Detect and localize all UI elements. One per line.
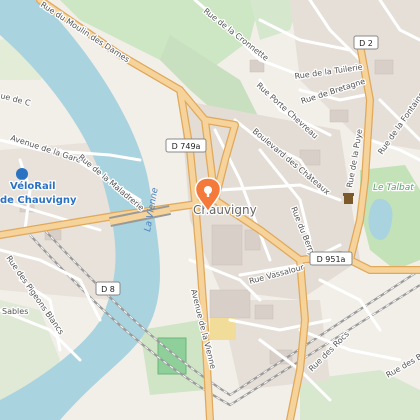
road-shield-d749a: D 749a bbox=[165, 138, 207, 153]
town-label: Chauvigny bbox=[193, 203, 257, 217]
park-label: Le Talbat bbox=[373, 183, 414, 193]
velorail-icon bbox=[16, 168, 28, 180]
velorail-label-line2[interactable]: de Chauvigny bbox=[0, 194, 78, 208]
road-shield-d749a-label: D 749a bbox=[172, 142, 201, 151]
road-shield-d951a-label: D 951a bbox=[317, 255, 346, 264]
map[interactable]: Rue du Moulin des Dames Rue de la Cronne… bbox=[0, 0, 420, 420]
street-label-sables: Sables bbox=[2, 307, 28, 316]
castle-icon bbox=[343, 193, 354, 204]
road-shield-d8-label: D 8 bbox=[101, 285, 115, 294]
road-shield-d8: D 8 bbox=[95, 281, 121, 296]
map-canvas[interactable]: Rue du Moulin des Dames Rue de la Cronne… bbox=[0, 0, 420, 420]
velorail-label-line1[interactable]: VéloRail bbox=[9, 179, 57, 194]
road-shield-d2-label: D 2 bbox=[359, 39, 373, 48]
road-shield-d2: D 2 bbox=[353, 35, 379, 50]
road-shield-d951a: D 951a bbox=[309, 251, 353, 266]
